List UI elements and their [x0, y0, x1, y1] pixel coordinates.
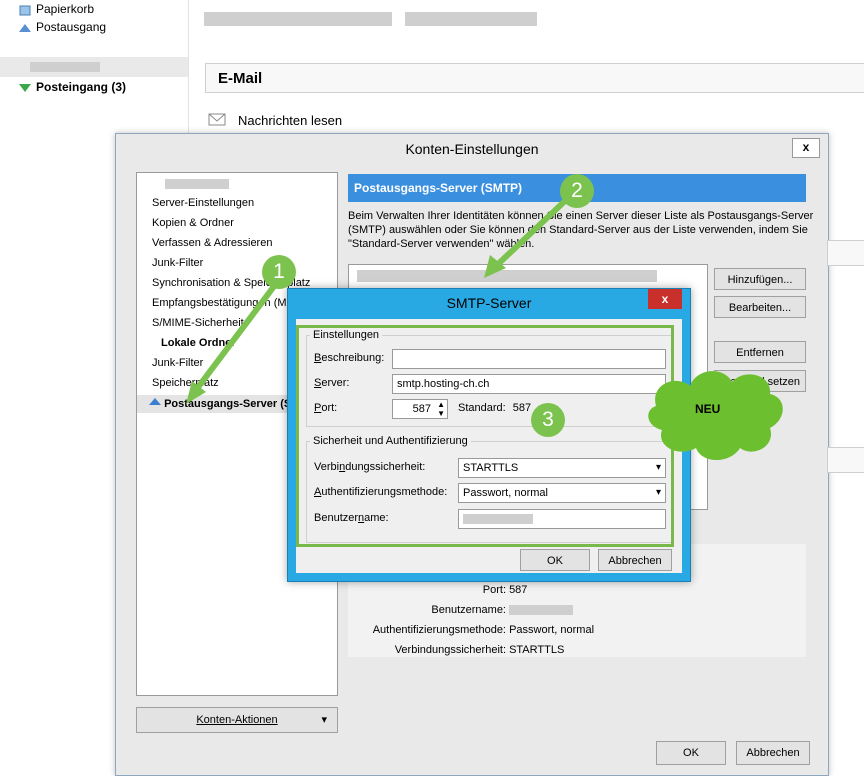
new-label: NEU	[695, 402, 721, 416]
arrow-step1	[193, 283, 278, 392]
step-badge-3: 3	[531, 403, 565, 437]
step-badge-2: 2	[560, 174, 594, 208]
arrow-step2	[493, 197, 569, 269]
step-badge-1: 1	[262, 255, 296, 289]
annotation-arrows	[186, 197, 783, 460]
